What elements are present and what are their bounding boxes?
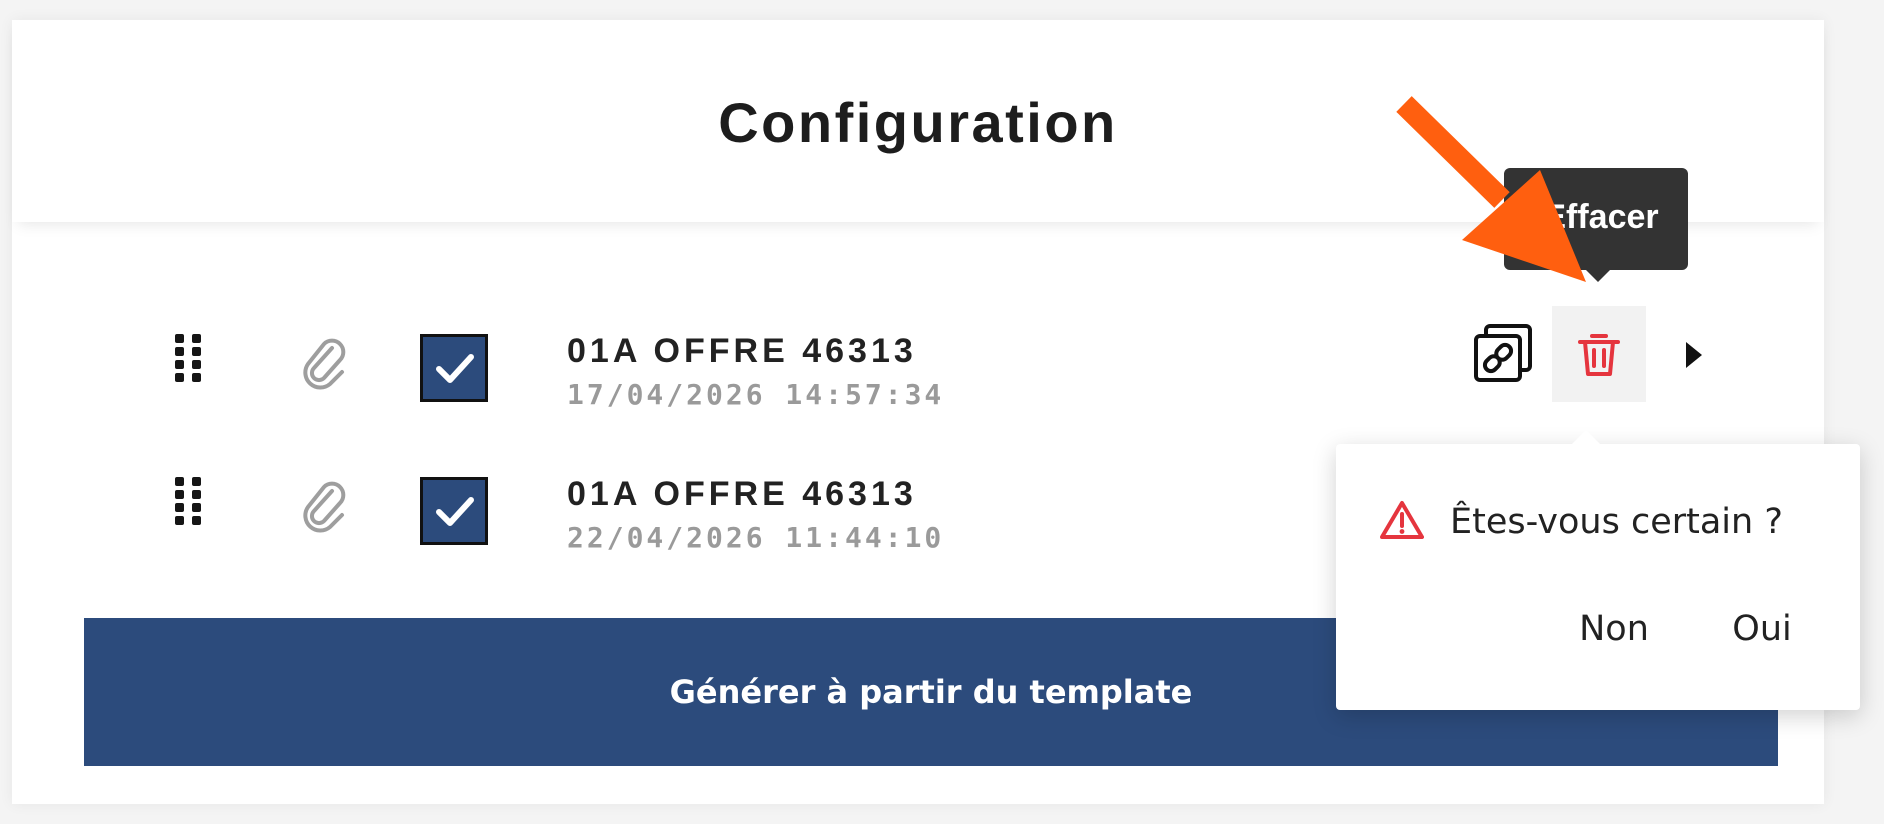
item-checkbox[interactable] bbox=[420, 477, 488, 545]
item-name: 01A OFFRE 46313 bbox=[567, 475, 917, 513]
delete-confirm-popover: Êtes-vous certain ? Non Oui bbox=[1336, 430, 1860, 710]
paperclip-icon[interactable] bbox=[294, 334, 354, 394]
item-checkbox[interactable] bbox=[420, 334, 488, 402]
item-date: 22/04/2026 11:44:10 bbox=[567, 521, 945, 554]
caret-right-icon[interactable] bbox=[1682, 338, 1706, 372]
trash-icon bbox=[1578, 334, 1620, 376]
item-date: 17/04/2026 14:57:34 bbox=[567, 378, 945, 411]
confirm-message: Êtes-vous certain ? bbox=[1450, 502, 1783, 542]
delete-button[interactable] bbox=[1552, 306, 1646, 402]
item-name: 01A OFFRE 46313 bbox=[567, 332, 917, 370]
confirm-button[interactable]: Oui bbox=[1720, 602, 1804, 656]
warning-icon bbox=[1380, 501, 1424, 539]
cancel-button[interactable]: Non bbox=[1572, 602, 1656, 656]
paperclip-icon[interactable] bbox=[294, 477, 354, 537]
popover-arrow bbox=[1572, 430, 1600, 444]
drag-handle-icon[interactable] bbox=[175, 477, 205, 537]
annotation-arrow-icon bbox=[1396, 96, 1586, 282]
link-copy-icon[interactable] bbox=[1472, 322, 1536, 386]
drag-handle-icon[interactable] bbox=[175, 334, 205, 394]
